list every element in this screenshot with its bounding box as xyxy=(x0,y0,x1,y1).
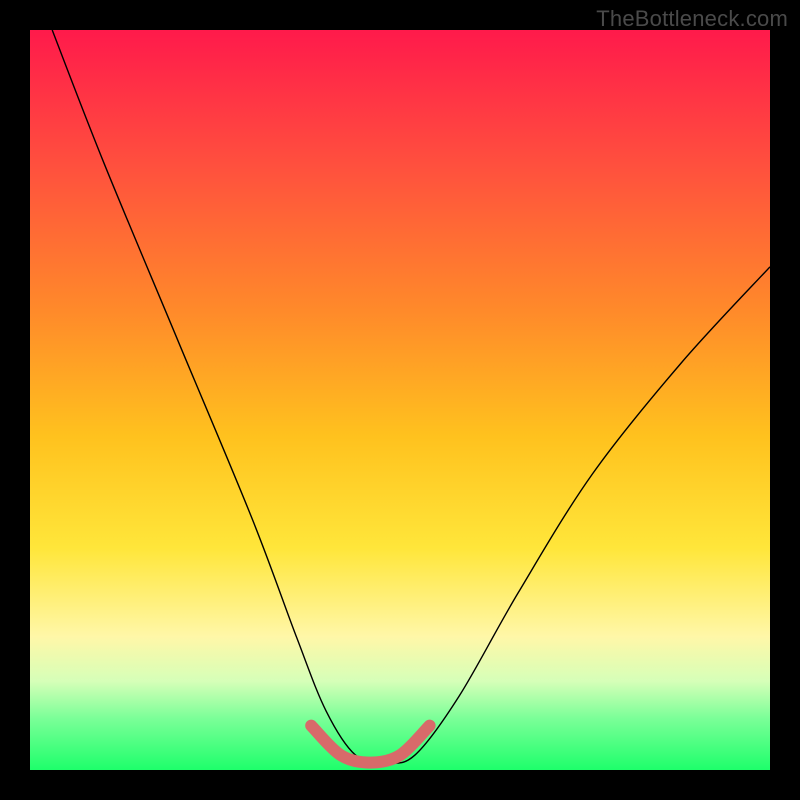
watermark-text: TheBottleneck.com xyxy=(596,6,788,32)
chart-frame: TheBottleneck.com xyxy=(0,0,800,800)
bottleneck-curve-path xyxy=(52,30,770,763)
plot-area xyxy=(30,30,770,770)
curve-layer xyxy=(30,30,770,770)
